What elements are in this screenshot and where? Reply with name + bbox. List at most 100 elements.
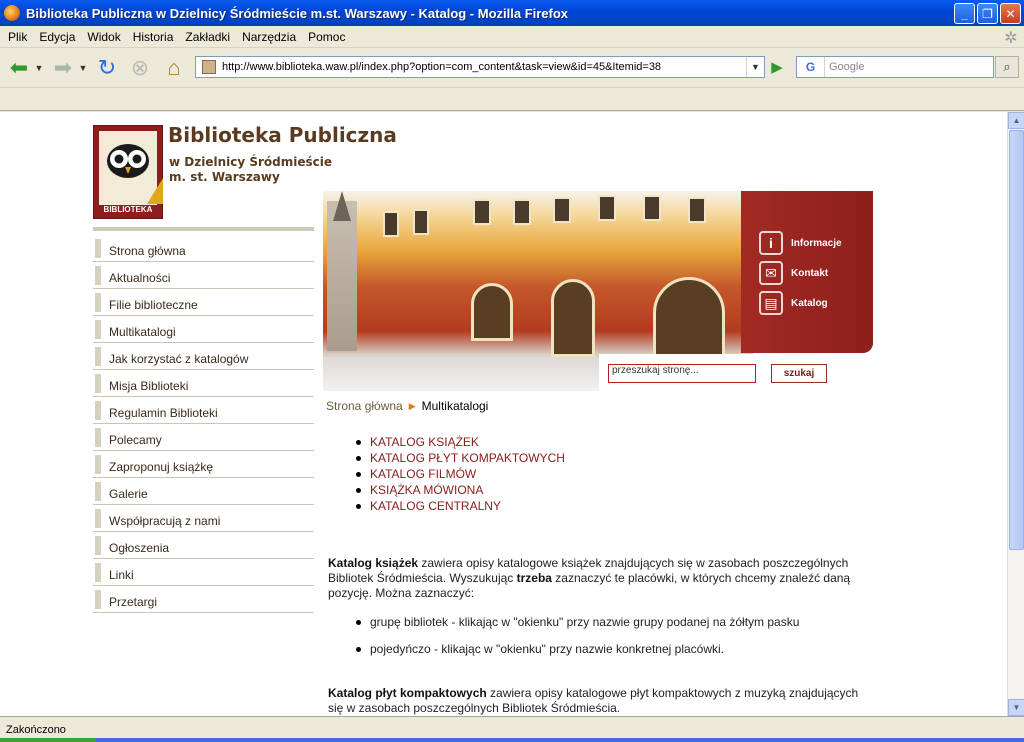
bullet	[356, 439, 361, 445]
back-dropdown-icon[interactable]: ▼	[34, 54, 44, 82]
photo-window	[688, 197, 706, 223]
breadcrumb-arrow-icon: ▶	[408, 400, 416, 411]
photo-arch-window	[653, 277, 725, 359]
list-item-text: grupę bibliotek - klikając w "okienku" p…	[370, 615, 800, 629]
logo-word: BIBLIOTEKA	[103, 205, 153, 214]
nav-item-recommended[interactable]: Polecamy	[93, 424, 314, 451]
menu-history[interactable]: Historia	[127, 30, 180, 44]
catalog-list: KATALOG KSIĄŻEK KATALOG PŁYT KOMPAKTOWYC…	[355, 434, 565, 514]
address-input[interactable]: http://www.biblioteka.waw.pl/index.php?o…	[222, 61, 746, 73]
subtitle-line-1: w Dzielnicy Śródmieście	[169, 155, 333, 169]
page-viewport: BIBLIOTEKA Biblioteka Publiczna w Dzieln…	[0, 112, 1007, 716]
quick-link-label: Kontakt	[791, 267, 829, 279]
forward-dropdown-icon[interactable]: ▼	[78, 54, 88, 82]
site-favicon-icon	[202, 60, 216, 74]
reload-icon[interactable]: ↻	[93, 54, 121, 82]
nav-item-tenders[interactable]: Przetargi	[93, 586, 314, 613]
paragraph-books: Katalog książek zawiera opisy katalogowe…	[328, 556, 868, 601]
photo-arch-window	[471, 283, 513, 341]
back-arrow-icon[interactable]: ⬅	[4, 54, 34, 82]
nav-label: Aktualności	[109, 271, 171, 285]
nav-label: Zaproponuj książkę	[109, 460, 214, 474]
web-search-input[interactable]: Google	[825, 61, 864, 73]
close-button[interactable]: ✕	[1000, 3, 1021, 24]
nav-label: Misja Biblioteki	[109, 379, 189, 393]
catalog-label: KATALOG PŁYT KOMPAKTOWYCH	[370, 451, 565, 465]
site-title: Biblioteka Publiczna	[168, 123, 397, 147]
nav-label: Galerie	[109, 487, 148, 501]
book-icon: ▤	[759, 291, 783, 315]
list-item-text: pojedyńczo - klikając w "okienku" przy n…	[370, 642, 725, 656]
catalog-link-central[interactable]: KATALOG CENTRALNY	[355, 498, 565, 514]
catalog-link-audiobooks[interactable]: KSIĄŻKA MÓWIONA	[355, 482, 565, 498]
bullet	[356, 646, 361, 652]
library-logo[interactable]: BIBLIOTEKA	[93, 125, 163, 219]
web-search-box[interactable]: G Google	[796, 56, 994, 78]
catalog-link-books[interactable]: KATALOG KSIĄŻEK	[355, 434, 565, 450]
paragraph-emphasis: trzeba	[516, 571, 552, 585]
minimize-button[interactable]: _	[954, 3, 975, 24]
nav-label: Przetargi	[109, 595, 158, 609]
nav-item-news[interactable]: Aktualności	[93, 262, 314, 289]
nav-item-home[interactable]: Strona główna	[93, 235, 314, 262]
bullet	[356, 619, 361, 625]
address-bar[interactable]: http://www.biblioteka.waw.pl/index.php?o…	[195, 56, 765, 78]
paragraph-books-title: Katalog książek	[328, 556, 419, 570]
catalog-link-cds[interactable]: KATALOG PŁYT KOMPAKTOWYCH	[355, 450, 565, 466]
scroll-up-icon[interactable]: ▲	[1008, 112, 1024, 129]
nav-item-links[interactable]: Linki	[93, 559, 314, 586]
nav-item-multicatalogs[interactable]: Multikatalogi	[93, 316, 314, 343]
nav-item-partners[interactable]: Współpracują z nami	[93, 505, 314, 532]
vertical-scrollbar[interactable]: ▲ ▼	[1007, 112, 1024, 716]
photo-tower	[327, 201, 357, 351]
nav-item-how-to-use[interactable]: Jak korzystać z katalogów	[93, 343, 314, 370]
nav-label: Polecamy	[109, 433, 162, 447]
go-arrow-icon[interactable]: ▶	[766, 56, 788, 78]
breadcrumb-home-link[interactable]: Strona główna	[326, 399, 403, 413]
quick-link-contact[interactable]: ✉ Kontakt	[759, 261, 828, 285]
quick-link-label: Informacje	[791, 237, 842, 249]
photo-window	[598, 195, 616, 221]
nav-item-regulations[interactable]: Regulamin Biblioteki	[93, 397, 314, 424]
photo-window	[473, 199, 491, 225]
home-icon[interactable]: ⌂	[160, 54, 188, 82]
menu-view[interactable]: Widok	[81, 30, 126, 44]
scroll-thumb[interactable]	[1009, 130, 1024, 550]
url-history-dropdown-icon[interactable]: ▼	[746, 57, 764, 77]
site-search-input[interactable]: przeszukaj stronę...	[608, 364, 756, 383]
nav-label: Linki	[109, 568, 134, 582]
site-subtitle: w Dzielnicy Śródmieście m. st. Warszawy	[169, 155, 332, 185]
maximize-button[interactable]: ❐	[977, 3, 998, 24]
google-engine-icon[interactable]: G	[797, 57, 825, 77]
nav-item-suggest-book[interactable]: Zaproponuj książkę	[93, 451, 314, 478]
nav-item-mission[interactable]: Misja Biblioteki	[93, 370, 314, 397]
catalog-label: KATALOG CENTRALNY	[370, 499, 501, 513]
site-search-button[interactable]: szukaj	[771, 364, 827, 383]
stop-icon[interactable]: ⊗	[126, 54, 154, 82]
nav-item-branches[interactable]: Filie biblioteczne	[93, 289, 314, 316]
catalog-link-films[interactable]: KATALOG FILMÓW	[355, 466, 565, 482]
forward-arrow-icon[interactable]: ➡	[48, 54, 78, 82]
catalog-label: KATALOG KSIĄŻEK	[370, 435, 479, 449]
window-title: Biblioteka Publiczna w Dzielnicy Śródmie…	[26, 5, 569, 21]
menu-help[interactable]: Pomoc	[302, 30, 351, 44]
menu-tools[interactable]: Narzędzia	[236, 30, 302, 44]
envelope-icon: ✉	[759, 261, 783, 285]
magnifier-icon[interactable]: ⌕	[995, 56, 1019, 78]
menu-file[interactable]: Plik	[2, 30, 33, 44]
catalog-label: KSIĄŻKA MÓWIONA	[370, 483, 484, 497]
quick-link-catalog[interactable]: ▤ Katalog	[759, 291, 828, 315]
photo-window	[513, 199, 531, 225]
bullet	[356, 455, 361, 461]
menu-edit[interactable]: Edycja	[33, 30, 81, 44]
list-item: grupę bibliotek - klikając w "okienku" p…	[355, 615, 799, 629]
quick-link-info[interactable]: i Informacje	[759, 231, 842, 255]
nav-item-galleries[interactable]: Galerie	[93, 478, 314, 505]
photo-window	[413, 209, 429, 235]
left-navigation: Strona główna Aktualności Filie bibliote…	[93, 227, 314, 613]
menu-bookmarks[interactable]: Zakładki	[179, 30, 236, 44]
logo-accent	[147, 178, 163, 204]
scroll-down-icon[interactable]: ▼	[1008, 699, 1024, 716]
nav-item-announcements[interactable]: Ogłoszenia	[93, 532, 314, 559]
window-controls: _ ❐ ✕	[954, 3, 1021, 24]
